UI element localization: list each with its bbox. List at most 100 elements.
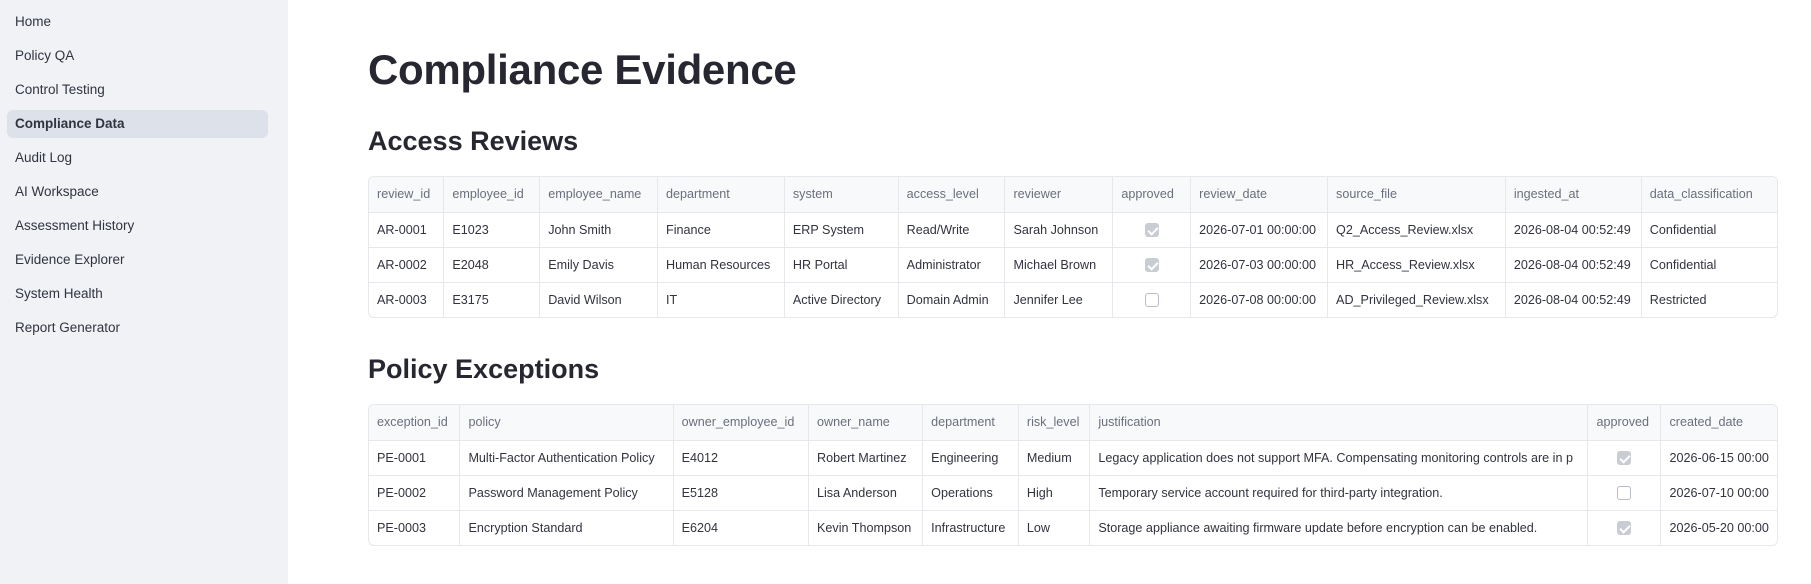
cell-risk-level[interactable]: Medium [1018, 440, 1091, 476]
cell-ingested-at[interactable]: 2026-08-04 00:52:49 [1505, 247, 1642, 283]
access-reviews-grid: review_id employee_id employee_name departm… [369, 177, 1777, 317]
sidebar-item-control-testing[interactable]: Control Testing [7, 76, 268, 104]
cell-created-date[interactable]: 2026-06-15 00:00 [1660, 440, 1777, 476]
approved-cell[interactable] [1112, 282, 1192, 317]
cell-owner-employee-id[interactable]: E6204 [673, 510, 810, 545]
cell-employee-name[interactable]: David Wilson [539, 282, 659, 317]
approved-cell[interactable] [1587, 440, 1662, 476]
cell-created-date[interactable]: 2026-07-10 00:00 [1660, 475, 1777, 511]
column-header-reviewer[interactable]: reviewer [1004, 177, 1114, 213]
column-header-employee-id[interactable]: employee_id [443, 177, 541, 213]
column-header-ingested-at[interactable]: ingested_at [1505, 177, 1642, 213]
cell-owner-employee-id[interactable]: E5128 [673, 475, 810, 511]
column-header-department[interactable]: department [922, 405, 1019, 441]
column-header-owner-name[interactable]: owner_name [808, 405, 924, 441]
cell-owner-name[interactable]: Lisa Anderson [808, 475, 924, 511]
sidebar-item-home[interactable]: Home [7, 8, 268, 36]
sidebar-item-evidence-explorer[interactable]: Evidence Explorer [7, 246, 268, 274]
sidebar-item-audit-log[interactable]: Audit Log [7, 144, 268, 172]
cell-justification[interactable]: Storage appliance awaiting firmware upda… [1089, 510, 1589, 545]
cell-source-file[interactable]: Q2_Access_Review.xlsx [1327, 212, 1506, 248]
sidebar-item-system-health[interactable]: System Health [7, 280, 268, 308]
cell-employee-id[interactable]: E2048 [443, 247, 541, 283]
cell-department[interactable]: Operations [922, 475, 1019, 511]
cell-review-date[interactable]: 2026-07-03 00:00:00 [1190, 247, 1329, 283]
column-header-system[interactable]: system [784, 177, 899, 213]
cell-owner-employee-id[interactable]: E4012 [673, 440, 810, 476]
cell-department[interactable]: Infrastructure [922, 510, 1019, 545]
column-header-risk-level[interactable]: risk_level [1018, 405, 1091, 441]
sidebar-item-ai-workspace[interactable]: AI Workspace [7, 178, 268, 206]
cell-employee-id[interactable]: E1023 [443, 212, 541, 248]
unchecked-checkbox-icon [1144, 293, 1159, 308]
cell-risk-level[interactable]: Low [1018, 510, 1091, 545]
column-header-approved[interactable]: approved [1112, 177, 1192, 213]
cell-department[interactable]: Finance [657, 212, 785, 248]
access-reviews-table[interactable]: review_id employee_id employee_name departm… [368, 176, 1778, 318]
cell-created-date[interactable]: 2026-05-20 00:00 [1661, 510, 1777, 545]
column-header-source-file[interactable]: source_file [1327, 177, 1506, 213]
cell-access-level[interactable]: Domain Admin [898, 282, 1006, 317]
cell-review-id[interactable]: AR-0003 [369, 282, 445, 317]
column-header-exception-id[interactable]: exception_id [369, 405, 461, 441]
column-header-policy[interactable]: policy [459, 405, 674, 441]
cell-department[interactable]: IT [657, 282, 785, 317]
cell-data-classification[interactable]: Confidential [1641, 247, 1777, 283]
cell-owner-name[interactable]: Robert Martinez [808, 440, 924, 476]
cell-reviewer[interactable]: Sarah Johnson [1004, 212, 1114, 248]
column-header-approved[interactable]: approved [1587, 405, 1662, 441]
sidebar-item-compliance-data[interactable]: Compliance Data [7, 110, 268, 138]
cell-system[interactable]: ERP System [784, 212, 899, 248]
approved-cell[interactable] [1587, 475, 1662, 511]
cell-source-file[interactable]: AD_Privileged_Review.xlsx [1327, 282, 1506, 317]
column-header-created-date[interactable]: created_date [1660, 405, 1777, 441]
approved-cell[interactable] [1587, 510, 1662, 545]
cell-source-file[interactable]: HR_Access_Review.xlsx [1327, 247, 1506, 283]
cell-system[interactable]: Active Directory [784, 282, 899, 317]
cell-review-id[interactable]: AR-0002 [369, 247, 445, 283]
cell-policy[interactable]: Encryption Standard [459, 510, 674, 545]
cell-system[interactable]: HR Portal [784, 247, 899, 283]
column-header-employee-name[interactable]: employee_name [539, 177, 659, 213]
approved-cell[interactable] [1112, 247, 1192, 283]
cell-ingested-at[interactable]: 2026-08-04 00:52:49 [1505, 282, 1642, 317]
cell-department[interactable]: Engineering [922, 440, 1019, 476]
cell-owner-name[interactable]: Kevin Thompson [808, 510, 924, 545]
cell-exception-id[interactable]: PE-0003 [369, 510, 461, 545]
cell-review-date[interactable]: 2026-07-01 00:00:00 [1190, 212, 1329, 248]
column-header-department[interactable]: department [657, 177, 785, 213]
cell-access-level[interactable]: Read/Write [898, 212, 1006, 248]
cell-exception-id[interactable]: PE-0002 [369, 475, 461, 511]
cell-employee-id[interactable]: E3175 [443, 282, 541, 317]
cell-policy[interactable]: Password Management Policy [459, 475, 674, 511]
cell-review-id[interactable]: AR-0001 [369, 212, 445, 248]
cell-exception-id[interactable]: PE-0001 [369, 440, 461, 476]
sidebar-item-policy-qa[interactable]: Policy QA [7, 42, 268, 70]
sidebar-item-assessment-history[interactable]: Assessment History [7, 212, 268, 240]
cell-justification[interactable]: Legacy application does not support MFA.… [1089, 440, 1589, 476]
sidebar: Home Policy QA Control Testing Compliance D… [0, 0, 288, 584]
cell-ingested-at[interactable]: 2026-08-04 00:52:49 [1505, 212, 1642, 248]
cell-policy[interactable]: Multi-Factor Authentication Policy [459, 440, 674, 476]
cell-data-classification[interactable]: Restricted [1641, 282, 1777, 317]
approved-cell[interactable] [1112, 212, 1192, 248]
cell-department[interactable]: Human Resources [657, 247, 785, 283]
column-header-justification[interactable]: justification [1089, 405, 1589, 441]
cell-risk-level[interactable]: High [1018, 475, 1091, 511]
column-header-data-classification[interactable]: data_classification [1641, 177, 1777, 213]
column-header-owner-employee-id[interactable]: owner_employee_id [673, 405, 810, 441]
cell-review-date[interactable]: 2026-07-08 00:00:00 [1190, 282, 1329, 317]
cell-data-classification[interactable]: Confidential [1641, 212, 1777, 248]
sidebar-item-report-generator[interactable]: Report Generator [7, 314, 268, 342]
cell-reviewer[interactable]: Michael Brown [1004, 247, 1114, 283]
cell-employee-name[interactable]: Emily Davis [539, 247, 659, 283]
cell-access-level[interactable]: Administrator [898, 247, 1006, 283]
cell-employee-name[interactable]: John Smith [539, 212, 659, 248]
column-header-access-level[interactable]: access_level [898, 177, 1006, 213]
policy-exceptions-grid: exception_id policy owner_employee_id owner… [369, 405, 1777, 545]
policy-exceptions-table[interactable]: exception_id policy owner_employee_id owner… [368, 404, 1778, 546]
cell-reviewer[interactable]: Jennifer Lee [1004, 282, 1114, 317]
column-header-review-id[interactable]: review_id [369, 177, 445, 213]
cell-justification[interactable]: Temporary service account required for t… [1089, 475, 1589, 511]
column-header-review-date[interactable]: review_date [1190, 177, 1329, 213]
